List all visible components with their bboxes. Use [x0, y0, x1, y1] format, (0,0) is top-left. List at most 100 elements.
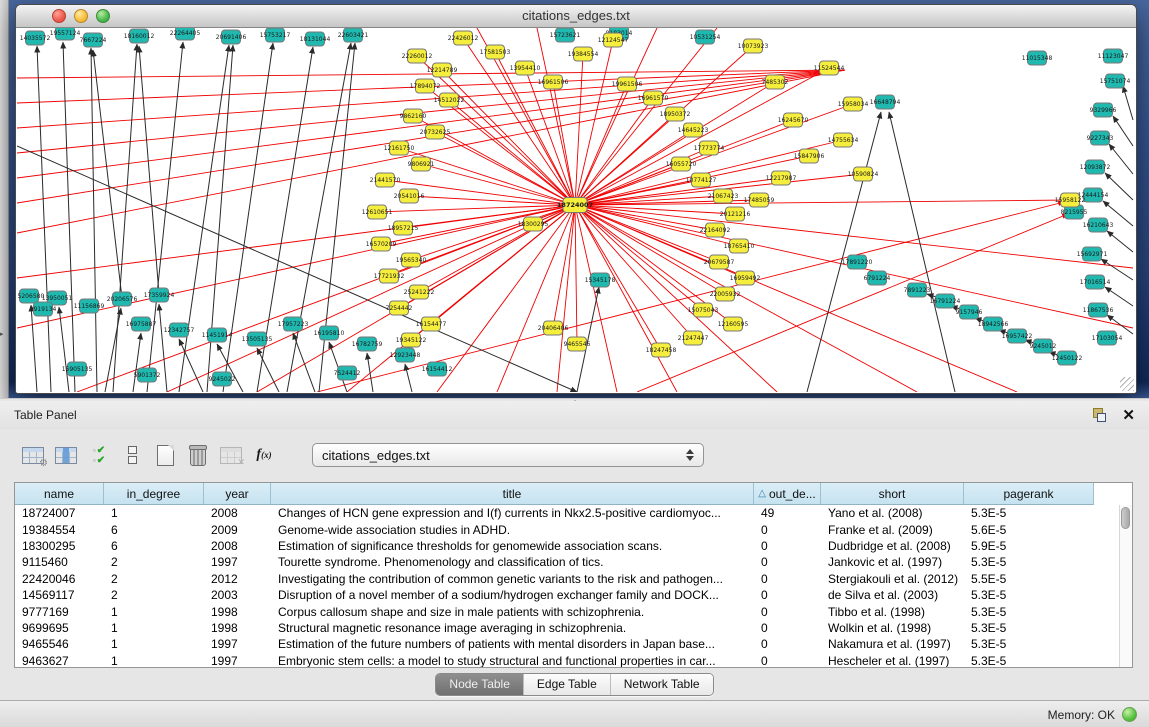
cell-short[interactable]: Hescheler et al. (1997): [821, 654, 964, 667]
table-settings-icon[interactable]: [18, 439, 48, 471]
column-header-in-degree[interactable]: in_degree: [104, 483, 204, 505]
control-panel-edge[interactable]: ▸: [0, 0, 9, 398]
cell-name[interactable]: 18300295: [15, 539, 104, 553]
float-panel-icon[interactable]: [1091, 408, 1106, 423]
column-header-name[interactable]: name: [15, 483, 104, 505]
cell-year[interactable]: 2003: [204, 588, 271, 602]
cell-year[interactable]: 1998: [204, 605, 271, 619]
graph-node[interactable]: 15692971: [1077, 247, 1108, 261]
cell-year[interactable]: 2008: [204, 506, 271, 520]
cell-pagerank[interactable]: 5.3E-5: [964, 621, 1094, 635]
cell-in_degree[interactable]: 1: [104, 637, 204, 651]
unselect-all-icon[interactable]: [117, 439, 147, 471]
graph-node[interactable]: 18942566: [978, 317, 1009, 331]
scrollbar-thumb[interactable]: [1121, 507, 1130, 529]
graph-node[interactable]: 3919134: [30, 302, 57, 316]
cell-out_degree[interactable]: 0: [754, 621, 821, 635]
cell-name[interactable]: 9777169: [15, 605, 104, 619]
cell-out_degree[interactable]: 0: [754, 555, 821, 569]
graph-node[interactable]: 12610651: [362, 205, 393, 219]
cell-title[interactable]: Genome-wide association studies in ADHD.: [271, 523, 754, 537]
graph-node[interactable]: 11156869: [74, 299, 105, 313]
graph-node[interactable]: 22260012: [402, 49, 433, 63]
cell-in_degree[interactable]: 1: [104, 506, 204, 520]
graph-node[interactable]: 20121216: [720, 207, 751, 221]
graph-node[interactable]: 7524412: [334, 366, 361, 380]
cell-pagerank[interactable]: 5.3E-5: [964, 555, 1094, 569]
cell-pagerank[interactable]: 5.6E-5: [964, 523, 1094, 537]
graph-node[interactable]: 19557124: [50, 28, 81, 40]
cell-in_degree[interactable]: 2: [104, 572, 204, 586]
panel-collapse-arrow-icon[interactable]: ▸: [0, 330, 4, 338]
cell-in_degree[interactable]: 2: [104, 588, 204, 602]
minimize-window-button[interactable]: [74, 9, 88, 23]
graph-node[interactable]: 9465546: [564, 337, 591, 351]
cell-in_degree[interactable]: 1: [104, 621, 204, 635]
cell-year[interactable]: 1998: [204, 621, 271, 635]
cell-short[interactable]: Yano et al. (2008): [821, 506, 964, 520]
table-row[interactable]: 2242004622012Investigating the contribut…: [15, 571, 1120, 587]
graph-node[interactable]: 22005932: [710, 287, 741, 301]
graph-node[interactable]: 19384554: [568, 47, 599, 61]
delete-table-icon[interactable]: [216, 439, 246, 471]
graph-node[interactable]: 18765410: [724, 239, 755, 253]
cell-out_degree[interactable]: 0: [754, 523, 821, 537]
close-panel-icon[interactable]: ✕: [1122, 408, 1135, 423]
table-row[interactable]: 1456911722003Disruption of a novel membe…: [15, 587, 1120, 603]
graph-node[interactable]: 7891223: [904, 283, 931, 297]
graph-node[interactable]: 18950372: [660, 107, 691, 121]
cell-name[interactable]: 22420046: [15, 572, 104, 586]
cell-short[interactable]: de Silva et al. (2003): [821, 588, 964, 602]
cell-pagerank[interactable]: 5.3E-5: [964, 605, 1094, 619]
graph-node[interactable]: 17894072: [410, 79, 441, 93]
new-file-icon[interactable]: [150, 439, 180, 471]
cell-year[interactable]: 2008: [204, 539, 271, 553]
cell-year[interactable]: 2012: [204, 572, 271, 586]
cell-title[interactable]: Disruption of a novel member of a sodium…: [271, 588, 754, 602]
cell-name[interactable]: 18724007: [15, 506, 104, 520]
network-canvas[interactable]: 1403557219557124766722418160012222644052…: [17, 28, 1135, 392]
graph-node[interactable]: 9329966: [1090, 103, 1117, 117]
column-header-short[interactable]: short: [821, 483, 964, 505]
cell-year[interactable]: 1997: [204, 637, 271, 651]
column-header-year[interactable]: year: [204, 483, 271, 505]
cell-pagerank[interactable]: 5.3E-5: [964, 654, 1094, 667]
cell-short[interactable]: Dudbridge et al. (2008): [821, 539, 964, 553]
cell-year[interactable]: 1997: [204, 555, 271, 569]
graph-node[interactable]: 7485302: [762, 75, 789, 89]
cell-title[interactable]: Estimation of significance thresholds fo…: [271, 539, 754, 553]
cell-year[interactable]: 2009: [204, 523, 271, 537]
cell-out_degree[interactable]: 0: [754, 654, 821, 667]
graph-node[interactable]: 11867536: [1083, 303, 1114, 317]
column-header-out-degree[interactable]: △out_de...: [754, 483, 821, 505]
zoom-window-button[interactable]: [96, 9, 110, 23]
cell-year[interactable]: 1997: [204, 654, 271, 667]
cell-short[interactable]: Wolkin et al. (1998): [821, 621, 964, 635]
cell-pagerank[interactable]: 5.5E-5: [964, 572, 1094, 586]
graph-node[interactable]: 18131044: [300, 32, 331, 46]
graph-node[interactable]: 10590824: [848, 167, 879, 181]
graph-node[interactable]: 17485059: [744, 193, 775, 207]
graph-node[interactable]: 15751074: [1100, 74, 1131, 88]
delete-entries-icon[interactable]: [183, 439, 213, 471]
graph-node[interactable]: 15753217: [260, 28, 291, 42]
graph-node[interactable]: 19345122: [396, 333, 427, 347]
graph-node[interactable]: 11123047: [1098, 49, 1129, 63]
graph-node[interactable]: 12450122: [1052, 351, 1083, 365]
tab-edge-table[interactable]: Edge Table: [523, 674, 610, 695]
graph-node[interactable]: 7667224: [80, 33, 107, 47]
cell-in_degree[interactable]: 1: [104, 654, 204, 667]
table-row[interactable]: 946362711997Embryonic stem cells: a mode…: [15, 653, 1120, 667]
graph-node[interactable]: 10531254: [690, 30, 721, 44]
graph-node[interactable]: 7254442: [386, 301, 413, 315]
graph-node[interactable]: 17016514: [1080, 275, 1111, 289]
graph-node[interactable]: 11451914: [202, 328, 233, 342]
cell-name[interactable]: 19384554: [15, 523, 104, 537]
graph-node[interactable]: 19565340: [396, 253, 427, 267]
graph-node[interactable]: 9245022: [209, 372, 236, 386]
cell-title[interactable]: Embryonic stem cells: a model to study s…: [271, 654, 754, 667]
cell-title[interactable]: Corpus callosum shape and size in male p…: [271, 605, 754, 619]
table-row[interactable]: 946554611997Estimation of the future num…: [15, 636, 1120, 652]
graph-node[interactable]: 14645223: [678, 123, 709, 137]
network-window-titlebar[interactable]: citations_edges.txt: [16, 5, 1136, 28]
